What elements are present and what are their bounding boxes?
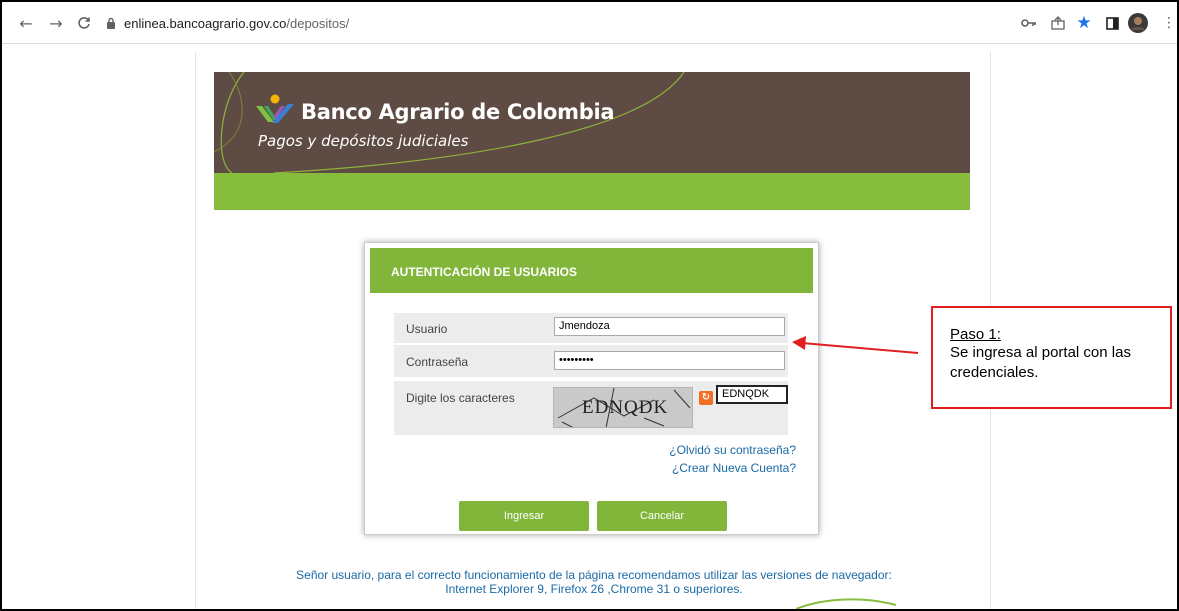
address-bar[interactable]: enlinea.bancoagrario.gov.co/depositos/ — [106, 10, 986, 36]
star-icon[interactable]: ★ — [1075, 13, 1093, 33]
url-host: enlinea.bancoagrario.gov.co — [124, 15, 287, 31]
create-account-link[interactable]: ¿Crear Nueva Cuenta? — [672, 461, 796, 475]
lock-icon — [107, 17, 115, 29]
refresh-captcha-icon[interactable]: ↻ — [699, 391, 713, 405]
callout-title: Paso 1: — [950, 326, 1001, 343]
password-input[interactable]: ••••••••• — [554, 351, 785, 370]
profile-avatar[interactable] — [1128, 13, 1148, 33]
footer-decoration — [796, 598, 896, 609]
menu-icon[interactable]: ⋮ — [1160, 14, 1177, 32]
captcha-input[interactable]: EDNQDK — [716, 385, 788, 404]
back-icon[interactable]: ← — [16, 13, 36, 33]
share-icon[interactable] — [1049, 14, 1067, 32]
login-button[interactable]: Ingresar — [459, 501, 589, 531]
password-label: Contraseña — [406, 355, 469, 369]
forward-icon[interactable]: → — [46, 13, 66, 33]
forgot-password-link[interactable]: ¿Olvidó su contraseña? — [669, 443, 796, 457]
username-input[interactable]: Jmendoza — [554, 317, 785, 336]
browser-notice-line2: Internet Explorer 9, Firefox 26 ,Chrome … — [445, 582, 743, 596]
user-row: Usuario Jmendoza — [394, 313, 788, 343]
bank-subtitle: Pagos y depósitos judiciales — [258, 132, 469, 150]
browser-toolbar: ← → enlinea.bancoagrario.gov.co/deposito… — [2, 2, 1177, 44]
sidepanel-icon[interactable] — [1103, 14, 1121, 32]
password-row: Contraseña ••••••••• — [394, 345, 788, 377]
callout-text: Se ingresa al portal con las credenciale… — [950, 344, 1131, 381]
user-label: Usuario — [406, 322, 448, 336]
reload-icon[interactable] — [74, 13, 94, 33]
captcha-row: Digite los caracteres EDNQDK ↻ EDNQDK — [394, 381, 788, 435]
bank-logo-icon — [256, 94, 294, 123]
key-icon[interactable] — [1020, 14, 1038, 32]
captcha-text: EDNQDK — [582, 397, 669, 418]
step-callout: Paso 1: Se ingresa al portal con las cre… — [931, 306, 1172, 409]
cancel-button[interactable]: Cancelar — [597, 501, 727, 531]
login-title: AUTENTICACIÓN DE USUARIOS — [391, 265, 578, 279]
login-panel-header: AUTENTICACIÓN DE USUARIOS — [370, 248, 813, 293]
header-banner: Banco Agrario de Colombia Pagos y depósi… — [214, 72, 970, 210]
captcha-image: EDNQDK — [553, 387, 693, 428]
screenshot-frame: ← → enlinea.bancoagrario.gov.co/deposito… — [2, 2, 1177, 609]
login-panel: AUTENTICACIÓN DE USUARIOS Usuario Jmendo… — [364, 242, 819, 535]
url-path: /depositos/ — [286, 15, 350, 31]
captcha-label: Digite los caracteres — [406, 391, 515, 405]
bank-name: Banco Agrario de Colombia — [301, 100, 615, 124]
page-content: Banco Agrario de Colombia Pagos y depósi… — [195, 52, 991, 609]
browser-notice-line1: Señor usuario, para el correcto funciona… — [296, 568, 892, 582]
banner-green-strip — [214, 173, 970, 210]
